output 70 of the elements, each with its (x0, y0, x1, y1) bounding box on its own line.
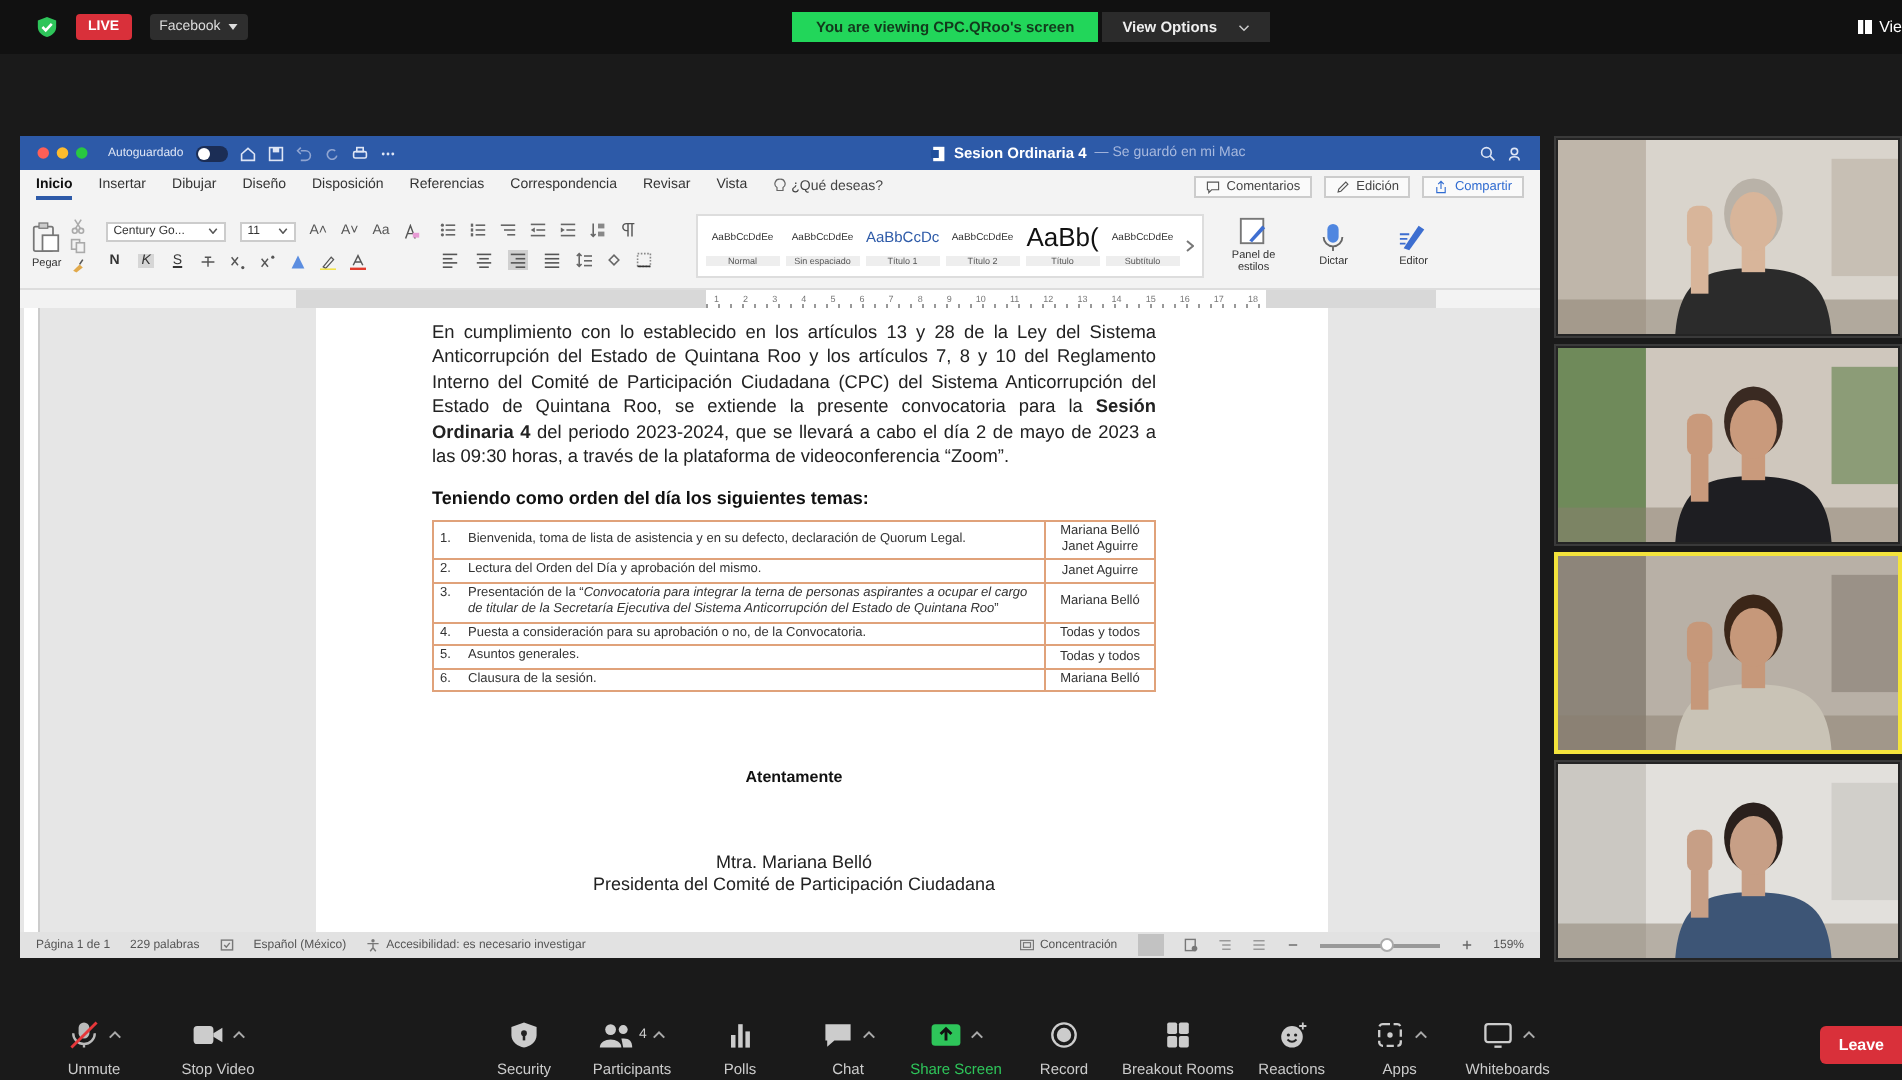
pen-icon (1398, 221, 1429, 252)
align-right-icon[interactable] (507, 249, 528, 269)
autosave-toggle[interactable] (195, 145, 228, 161)
panels-icon (1857, 20, 1872, 34)
people-icon (597, 1019, 634, 1049)
search-icon[interactable] (1480, 145, 1496, 161)
speech-bubble-icon (1206, 179, 1221, 193)
whiteboard-icon (1479, 1019, 1516, 1049)
leave-button[interactable]: Leave (1820, 1026, 1902, 1064)
caret-icon (228, 24, 239, 30)
zoom-slider-thumb[interactable] (1379, 937, 1394, 951)
signer-name: Mtra. Mariana Belló (713, 852, 875, 873)
format-painter-icon[interactable] (69, 257, 86, 273)
caret-icon[interactable] (1521, 1029, 1536, 1039)
subscript-icon[interactable] (230, 253, 247, 269)
shading-icon[interactable] (605, 251, 622, 267)
muted-microphone-icon (66, 1019, 102, 1049)
caret-icon[interactable] (652, 1029, 667, 1039)
home-icon[interactable] (239, 145, 256, 161)
dropdown-icon (207, 228, 218, 234)
chevron-icon (1237, 23, 1250, 31)
undo-icon[interactable] (295, 145, 312, 161)
accessibility-icon (366, 938, 381, 952)
closing-text: Atentamente (743, 768, 845, 787)
decrease-indent-icon[interactable] (529, 221, 546, 237)
clipboard-icon (32, 220, 61, 254)
bullets-icon[interactable] (439, 221, 456, 237)
increase-indent-icon[interactable] (559, 221, 576, 237)
view-button[interactable]: Vie (1857, 18, 1902, 36)
zoom-out-icon[interactable] (1285, 938, 1300, 952)
signer-role: Presidenta del Comité de Participación Ciudadana (590, 874, 998, 895)
align-justify-icon[interactable] (541, 249, 562, 269)
record-icon (1046, 1019, 1082, 1049)
caret-icon[interactable] (108, 1029, 122, 1039)
save-icon[interactable] (267, 145, 284, 161)
caret-icon[interactable] (232, 1029, 246, 1039)
redo-icon[interactable] (323, 145, 340, 161)
multilevel-list-icon[interactable] (499, 221, 516, 237)
numbering-icon[interactable] (469, 221, 486, 237)
dropdown-icon (277, 228, 288, 234)
text-effects-icon[interactable] (290, 253, 307, 269)
font-color-icon[interactable] (350, 253, 367, 269)
pilcrow-icon[interactable] (619, 221, 636, 237)
strikethrough-icon[interactable] (200, 253, 217, 269)
caret-icon[interactable] (1413, 1029, 1428, 1039)
shield-icon (506, 1019, 542, 1049)
print-icon[interactable] (351, 145, 368, 161)
styles-pane-icon (1238, 215, 1269, 246)
clear-formatting-icon[interactable] (403, 223, 420, 239)
agenda-heading: Teniendo como orden del día los siguientes temas: (432, 488, 871, 509)
borders-icon[interactable] (635, 251, 652, 267)
highlight-icon[interactable] (320, 253, 337, 269)
caret-icon[interactable] (970, 1029, 984, 1039)
pencil-icon (1336, 179, 1351, 193)
focus-icon (1019, 938, 1034, 952)
microphone-icon (1318, 221, 1349, 252)
shield-icon (36, 16, 58, 38)
align-center-icon[interactable] (473, 249, 494, 269)
line-spacing-icon[interactable] (575, 251, 592, 267)
chat-icon (820, 1019, 856, 1049)
zoom-in-icon[interactable] (1459, 938, 1474, 952)
proofing-icon[interactable] (219, 938, 234, 952)
caret-icon[interactable] (862, 1029, 876, 1039)
document-icon (929, 145, 946, 161)
body-paragraph: En cumplimiento con lo establecido en los artículos 13 y 28 de la Ley del Sistema Anticorrupción del Estado de Quintana Roo y los artículos 7, 8 y 10 del Reglamento Interno del Comité de Participación Ciudadana (CPC) del Sistema Anticorrupción del Estado de Quintana Roo, se extiende la presente convocatoria para la Sesión Ordinaria 4 del periodo 2023-2024, que se llevará a cabo el día 2 de mayo de 2023 a las 09:30 horas, a través de la plataforma de videoconferencia “Zoom”. (432, 320, 1156, 469)
lightbulb-icon (773, 178, 786, 194)
sort-icon[interactable] (589, 221, 606, 237)
superscript-icon[interactable] (260, 253, 277, 269)
align-left-icon[interactable] (439, 249, 460, 269)
web-layout-icon[interactable] (1183, 938, 1198, 952)
